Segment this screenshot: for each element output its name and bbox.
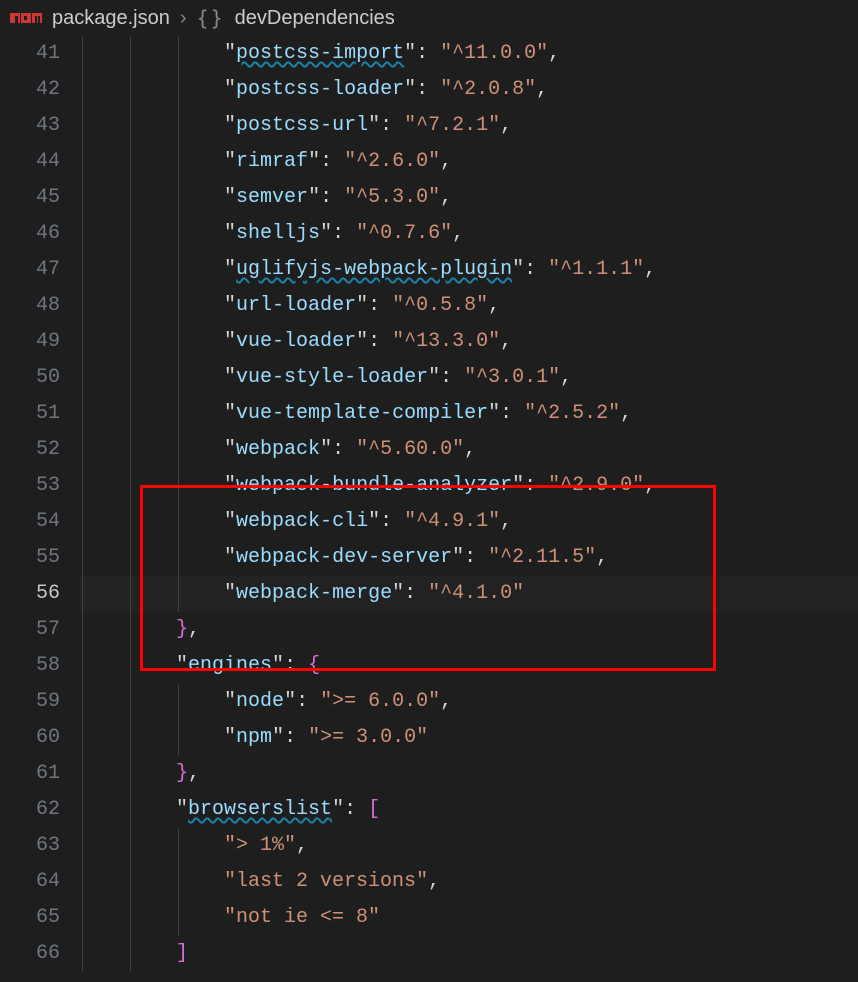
code-line[interactable]: 42 "postcss-loader": "^2.0.8", <box>0 72 858 108</box>
line-number: 47 <box>0 252 80 288</box>
json-object-icon: {} <box>197 6 225 30</box>
code-line[interactable]: 47 "uglifyjs-webpack-plugin": "^1.1.1", <box>0 252 858 288</box>
line-number: 51 <box>0 396 80 432</box>
line-number: 43 <box>0 108 80 144</box>
code-line[interactable]: 49 "vue-loader": "^13.3.0", <box>0 324 858 360</box>
line-number: 60 <box>0 720 80 756</box>
code-line[interactable]: 48 "url-loader": "^0.5.8", <box>0 288 858 324</box>
code-line[interactable]: 59 "node": ">= 6.0.0", <box>0 684 858 720</box>
line-number: 56 <box>0 576 80 612</box>
code-line[interactable]: 52 "webpack": "^5.60.0", <box>0 432 858 468</box>
line-number: 46 <box>0 216 80 252</box>
code-editor[interactable]: 41 "postcss-import": "^11.0.0", 42 "post… <box>0 36 858 972</box>
code-line[interactable]: 54 "webpack-cli": "^4.9.1", <box>0 504 858 540</box>
code-line[interactable]: 44 "rimraf": "^2.6.0", <box>0 144 858 180</box>
code-line[interactable]: 50 "vue-style-loader": "^3.0.1", <box>0 360 858 396</box>
code-line[interactable]: 65 "not ie <= 8" <box>0 900 858 936</box>
code-line[interactable]: 58 "engines": { <box>0 648 858 684</box>
line-number: 42 <box>0 72 80 108</box>
breadcrumb-filename[interactable]: package.json <box>52 7 170 30</box>
line-number: 59 <box>0 684 80 720</box>
line-number: 48 <box>0 288 80 324</box>
code-line[interactable]: 51 "vue-template-compiler": "^2.5.2", <box>0 396 858 432</box>
line-number: 41 <box>0 36 80 72</box>
breadcrumb-section[interactable]: devDependencies <box>235 7 395 30</box>
code-line[interactable]: 56 "webpack-merge": "^4.1.0" <box>0 576 858 612</box>
code-line[interactable]: 53 "webpack-bundle-analyzer": "^2.9.0", <box>0 468 858 504</box>
line-number: 44 <box>0 144 80 180</box>
line-number: 52 <box>0 432 80 468</box>
line-number: 50 <box>0 360 80 396</box>
code-line[interactable]: 45 "semver": "^5.3.0", <box>0 180 858 216</box>
code-line[interactable]: 55 "webpack-dev-server": "^2.11.5", <box>0 540 858 576</box>
line-number: 53 <box>0 468 80 504</box>
code-line[interactable]: 46 "shelljs": "^0.7.6", <box>0 216 858 252</box>
code-line[interactable]: 43 "postcss-url": "^7.2.1", <box>0 108 858 144</box>
code-line[interactable]: 57 }, <box>0 612 858 648</box>
chevron-right-icon: › <box>180 7 187 30</box>
line-number: 45 <box>0 180 80 216</box>
code-line[interactable]: 60 "npm": ">= 3.0.0" <box>0 720 858 756</box>
line-number: 55 <box>0 540 80 576</box>
code-line[interactable]: 63 "> 1%", <box>0 828 858 864</box>
code-line[interactable]: 64 "last 2 versions", <box>0 864 858 900</box>
code-line[interactable]: 62 "browserslist": [ <box>0 792 858 828</box>
breadcrumb[interactable]: package.json › {} devDependencies <box>0 0 858 36</box>
line-number: 54 <box>0 504 80 540</box>
code-line[interactable]: 61 }, <box>0 756 858 792</box>
code-line[interactable]: 66 ] <box>0 936 858 972</box>
npm-icon <box>10 11 42 25</box>
code-line[interactable]: 41 "postcss-import": "^11.0.0", <box>0 36 858 72</box>
line-number: 49 <box>0 324 80 360</box>
